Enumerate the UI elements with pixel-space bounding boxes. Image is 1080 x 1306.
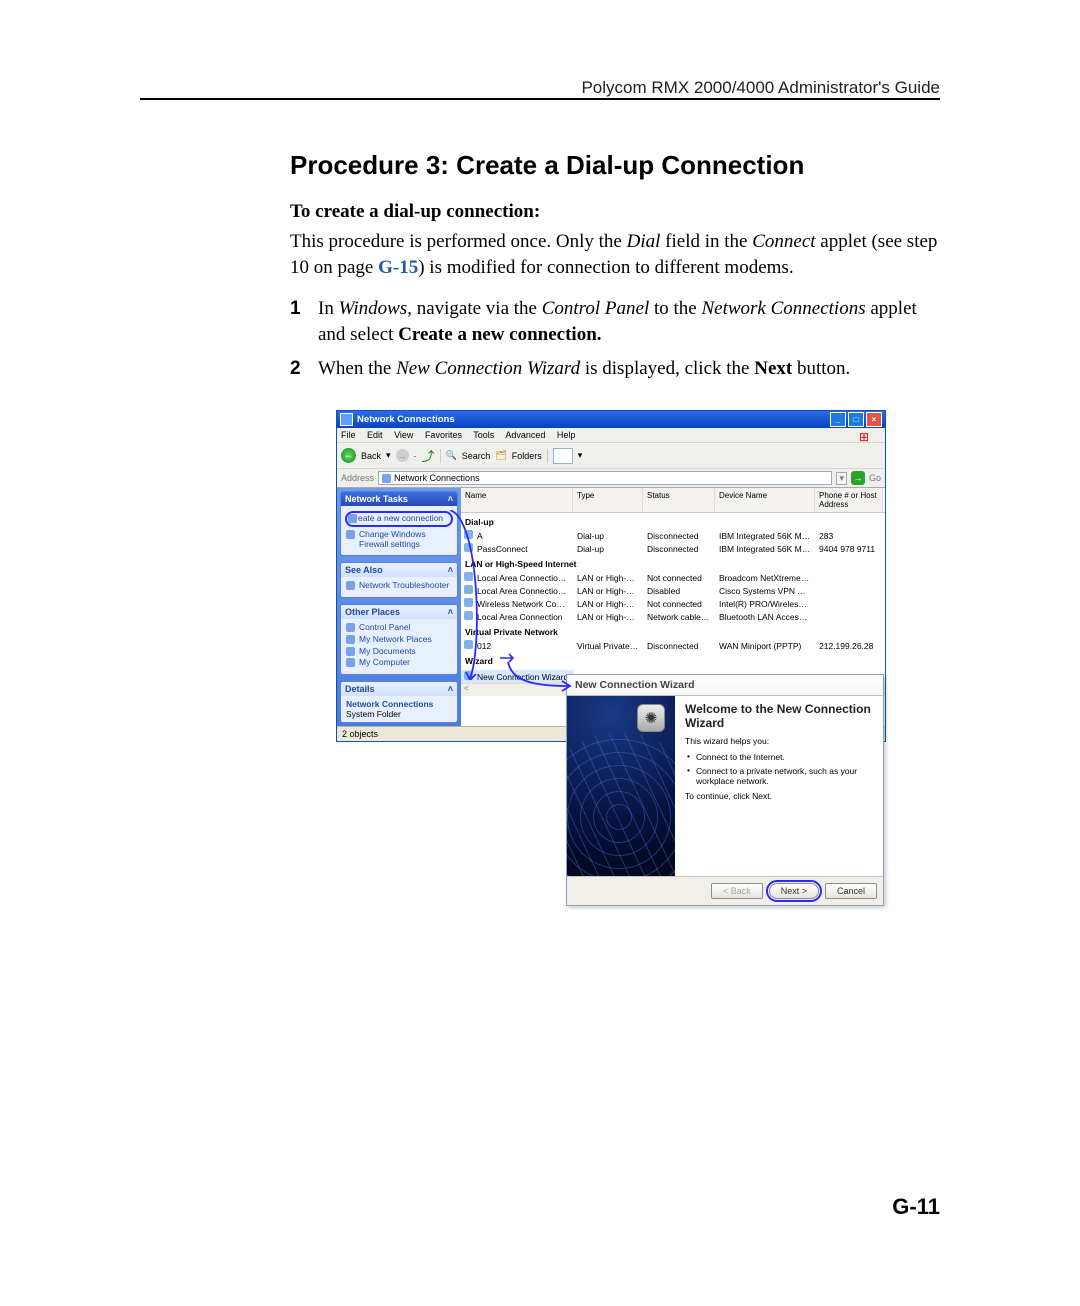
task-change-firewall[interactable]: Change Windows Firewall settings — [345, 529, 453, 551]
link-control-panel[interactable]: Control Panel — [345, 622, 453, 634]
address-icon — [382, 474, 391, 483]
intro-lead: To create a dial-up connection: — [290, 201, 940, 223]
new-connection-wizard-window: New Connection Wizard ✺ Welcome to the N… — [566, 674, 884, 906]
menu-favorites[interactable]: Favorites — [425, 430, 462, 440]
panel-see-also: See Also ˄ Network Troubleshooter — [340, 562, 458, 598]
page-number: G-11 — [892, 1194, 940, 1220]
panel-title: Other Places — [345, 607, 400, 617]
header-rule — [140, 98, 940, 100]
task-create-new-connection[interactable]: Create a new connection — [345, 511, 453, 527]
wizard-heading: Welcome to the New Connection Wizard — [685, 702, 873, 730]
list-item[interactable]: Local Area Connection 6LAN or High-Speed… — [461, 584, 885, 597]
link-my-documents[interactable]: My Documents — [345, 646, 453, 658]
minimize-button[interactable]: _ — [830, 412, 846, 427]
wizard-cancel-button[interactable]: Cancel — [825, 883, 877, 899]
search-icon[interactable]: 🔍 — [446, 450, 457, 461]
col-device[interactable]: Device Name — [715, 488, 815, 512]
column-headers[interactable]: Name Type Status Device Name Phone # or … — [461, 488, 885, 513]
panel-title: Details — [345, 684, 375, 694]
wizard-side-banner: ✺ — [567, 696, 675, 876]
section-title: Procedure 3: Create a Dial-up Connection — [290, 150, 940, 181]
group-vpn: Virtual Private Network — [461, 623, 885, 639]
menu-tools[interactable]: Tools — [473, 430, 494, 440]
window-icon — [340, 413, 353, 426]
window-titlebar[interactable]: Network Connections _ □ × — [337, 411, 885, 428]
go-label[interactable]: Go — [869, 473, 881, 483]
wizard-bullet: Connect to a private network, such as yo… — [687, 766, 873, 786]
menu-view[interactable]: View — [394, 430, 413, 440]
go-button[interactable]: → — [851, 471, 865, 485]
page-ref-link[interactable]: G-15 — [378, 257, 418, 278]
back-label[interactable]: Back — [361, 451, 381, 461]
explorer-sidepane: Network Tasks ˄ Create a new connection C… — [337, 488, 461, 726]
panel-title: See Also — [345, 565, 383, 575]
back-button[interactable]: ← — [341, 448, 356, 463]
address-label: Address — [341, 473, 374, 483]
back-dropdown-icon[interactable]: ▾ — [386, 450, 391, 461]
group-dialup: Dial-up — [461, 513, 885, 529]
collapse-icon[interactable]: ˄ — [448, 684, 453, 694]
windows-flag-icon — [859, 430, 872, 443]
panel-network-tasks: Network Tasks ˄ Create a new connection C… — [340, 491, 458, 556]
arrow-icon — [499, 652, 517, 664]
menubar: File Edit View Favorites Tools Advanced … — [337, 428, 885, 443]
list-item[interactable]: ADial-upDisconnectedIBM Integrated 56K M… — [461, 529, 885, 542]
wizard-arrow-label: Wizard — [461, 652, 497, 670]
col-name[interactable]: Name — [461, 488, 573, 512]
details-name: Network Connections — [346, 699, 452, 709]
up-button[interactable]: ⤴ — [422, 446, 435, 465]
toolbar: ← Back ▾ → · ⤴ 🔍 Search 🗂 Folders ▾ — [337, 443, 885, 469]
link-my-computer[interactable]: My Computer — [345, 657, 453, 669]
list-item[interactable]: 012Virtual Private Netwo...DisconnectedW… — [461, 639, 885, 652]
running-head: Polycom RMX 2000/4000 Administrator's Gu… — [581, 78, 940, 98]
col-phone[interactable]: Phone # or Host Address — [815, 488, 883, 512]
step-1: 1 In Windows, navigate via the Control P… — [290, 296, 940, 347]
group-lan: LAN or High-Speed Internet — [461, 555, 885, 571]
menu-file[interactable]: File — [341, 430, 356, 440]
panel-other-places: Other Places ˄ Control Panel My Network P… — [340, 604, 458, 675]
views-button[interactable] — [553, 448, 573, 464]
folders-icon[interactable]: 🗂 — [495, 450, 506, 461]
wizard-helps: This wizard helps you: — [685, 736, 873, 746]
list-item[interactable]: Wireless Network ConnectionLAN or High-S… — [461, 597, 885, 610]
address-field[interactable]: Network Connections — [378, 471, 832, 485]
menu-edit[interactable]: Edit — [367, 430, 383, 440]
wizard-next-button[interactable]: Next > — [769, 883, 819, 899]
step-2: 2 When the New Connection Wizard is disp… — [290, 356, 940, 382]
collapse-icon[interactable]: ˄ — [448, 494, 453, 504]
views-dropdown-icon[interactable]: ▾ — [578, 450, 583, 461]
forward-button[interactable]: → — [396, 449, 409, 462]
figure-network-connections: Network Connections _ □ × File Edit View… — [336, 410, 884, 742]
address-bar: Address Network Connections ▾ → Go — [337, 469, 885, 488]
col-type[interactable]: Type — [573, 488, 643, 512]
menu-advanced[interactable]: Advanced — [505, 430, 545, 440]
link-network-troubleshooter[interactable]: Network Troubleshooter — [345, 580, 453, 592]
intro-paragraph: This procedure is performed once. Only t… — [290, 229, 940, 280]
maximize-button[interactable]: □ — [848, 412, 864, 427]
wizard-continue: To continue, click Next. — [685, 791, 873, 801]
wizard-bullet: Connect to the Internet. — [687, 752, 873, 762]
panel-details: Details ˄ Network Connections System Fold… — [340, 681, 458, 723]
list-item[interactable]: PassConnectDial-upDisconnectedIBM Integr… — [461, 542, 885, 555]
search-label[interactable]: Search — [462, 451, 491, 461]
wizard-back-button: < Back — [711, 883, 763, 899]
wizard-title[interactable]: New Connection Wizard — [567, 675, 883, 696]
panel-title: Network Tasks — [345, 494, 408, 504]
col-status[interactable]: Status — [643, 488, 715, 512]
link-network-places[interactable]: My Network Places — [345, 634, 453, 646]
collapse-icon[interactable]: ˄ — [448, 607, 453, 617]
menu-help[interactable]: Help — [557, 430, 576, 440]
folders-label[interactable]: Folders — [512, 451, 542, 461]
list-item[interactable]: Local Area Connection 2LAN or High-Speed… — [461, 571, 885, 584]
collapse-icon[interactable]: ˄ — [448, 565, 453, 575]
close-button[interactable]: × — [866, 412, 882, 427]
window-title: Network Connections — [357, 414, 455, 425]
details-sub: System Folder — [346, 709, 452, 719]
wizard-banner-icon: ✺ — [637, 704, 665, 732]
address-dropdown-icon[interactable]: ▾ — [836, 472, 847, 485]
list-item[interactable]: Local Area ConnectionLAN or High-Speed I… — [461, 610, 885, 623]
